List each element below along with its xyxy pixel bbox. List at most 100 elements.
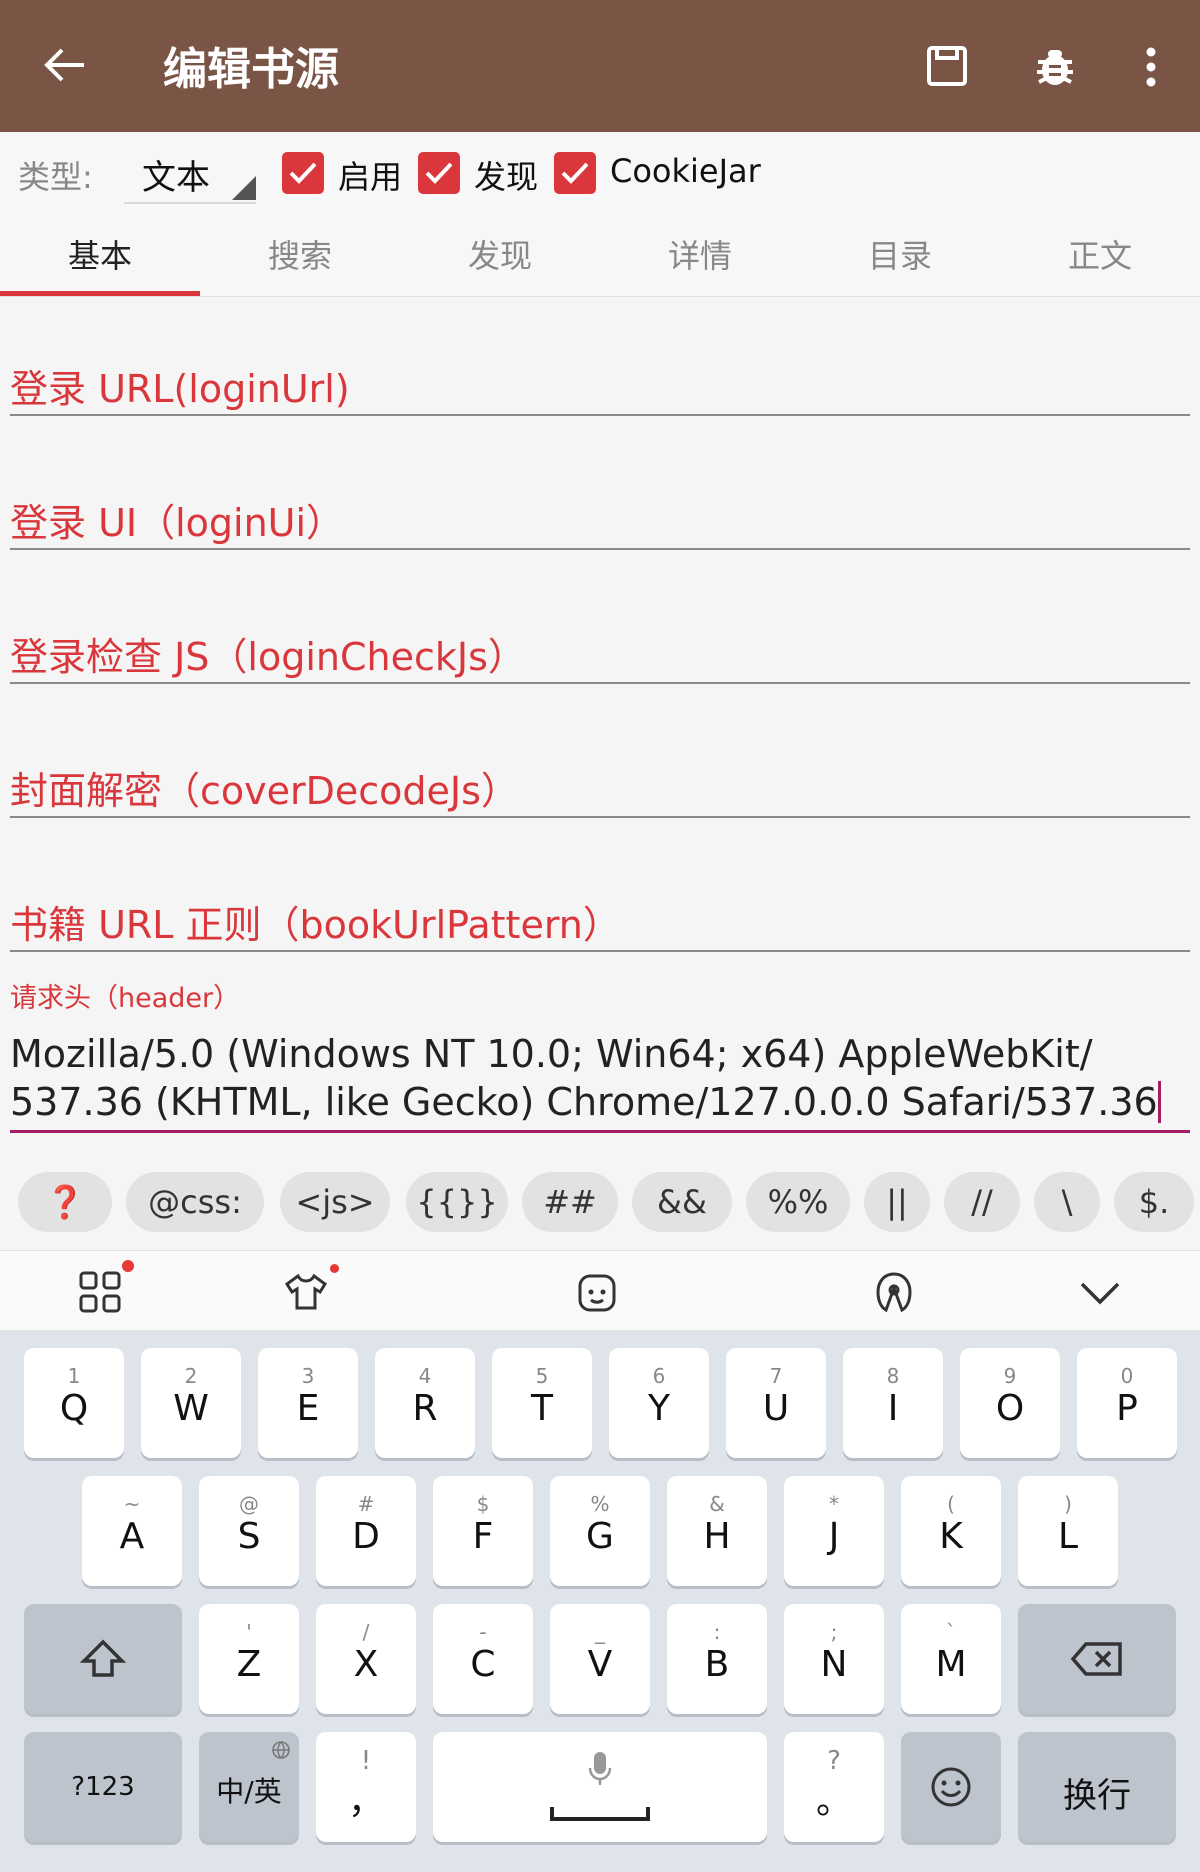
help-chip[interactable]: ❓	[18, 1172, 112, 1232]
enable-checkbox[interactable]	[282, 152, 324, 194]
field-underline	[10, 682, 1190, 684]
key-a[interactable]: ~ A	[82, 1476, 182, 1586]
key-k[interactable]: (K	[901, 1476, 1001, 1586]
key-w[interactable]: 2W	[141, 1348, 241, 1458]
cookiejar-label: CookieJar	[610, 152, 761, 190]
tab-discover[interactable]: 发现	[400, 216, 600, 296]
symbols-key[interactable]: ?123	[24, 1732, 182, 1842]
chip-hash[interactable]: ##	[522, 1172, 618, 1232]
check-icon	[561, 162, 589, 184]
chip-or[interactable]: ||	[864, 1172, 930, 1232]
key-d[interactable]: # D	[316, 1476, 416, 1586]
key-c[interactable]: -C	[433, 1604, 533, 1714]
skin-shirt-icon[interactable]	[282, 1268, 330, 1316]
chip-backslash[interactable]: \	[1034, 1172, 1100, 1232]
soft-keyboard: 1Q 2W 3E 4R 5T 6Y 7U 8I 9O 0P ~ A @ S # D $…	[0, 1330, 1200, 1872]
more-menu-icon[interactable]	[1124, 38, 1178, 94]
collapse-keyboard-icon[interactable]	[1076, 1268, 1124, 1316]
language-switch-key[interactable]: 中/英	[199, 1732, 299, 1842]
ai-assistant-icon[interactable]	[870, 1268, 918, 1316]
enter-key[interactable]: 换行	[1018, 1732, 1176, 1842]
field-underline	[10, 816, 1190, 818]
header-value-line: 537.36 (KHTML, like Gecko) Chrome/127.0.…	[10, 1080, 1158, 1124]
key-u[interactable]: 7U	[726, 1348, 826, 1458]
tab-indicator	[0, 291, 200, 296]
smiley-icon	[931, 1767, 971, 1807]
key-h[interactable]: & H	[667, 1476, 767, 1586]
tab-basic[interactable]: 基本	[0, 216, 200, 296]
notification-dot	[122, 1260, 134, 1272]
key-m[interactable]: ` M	[901, 1604, 1001, 1714]
discover-checkbox[interactable]	[418, 152, 460, 194]
key-s[interactable]: @ S	[199, 1476, 299, 1586]
chip-css[interactable]: @css:	[126, 1172, 264, 1232]
tab-detail[interactable]: 详情	[600, 216, 800, 296]
field-underline	[10, 548, 1190, 550]
key-p[interactable]: 0P	[1077, 1348, 1177, 1458]
debug-bug-icon[interactable]	[1028, 38, 1082, 94]
chip-braces[interactable]: {{}}	[406, 1172, 508, 1232]
type-label: 类型:	[18, 158, 93, 196]
key-y[interactable]: 6Y	[609, 1348, 709, 1458]
backspace-icon	[1070, 1642, 1122, 1676]
period-key[interactable]: ?。	[784, 1732, 884, 1842]
key-e[interactable]: 3E	[258, 1348, 358, 1458]
login-url-field[interactable]: 登录 URL(loginUrl)	[10, 358, 350, 413]
chip-percent[interactable]: %%	[746, 1172, 850, 1232]
chip-dollar[interactable]: $.	[1114, 1172, 1194, 1232]
shift-key[interactable]	[24, 1604, 182, 1714]
header-input[interactable]: Mozilla/5.0 (Windows NT 10.0; Win64; x64…	[10, 1030, 1190, 1126]
key-z[interactable]: ' Z	[199, 1604, 299, 1714]
cover-decode-js-field[interactable]: 封面解密（coverDecodeJs）	[10, 760, 519, 815]
key-g[interactable]: % G	[550, 1476, 650, 1586]
header-field-label: 请求头（header）	[10, 983, 241, 1014]
emoji-key[interactable]	[901, 1732, 1001, 1842]
key-n[interactable]: ; N	[784, 1604, 884, 1714]
key-q[interactable]: 1Q	[24, 1348, 124, 1458]
chip-js[interactable]: <js>	[280, 1172, 390, 1232]
text-cursor	[1157, 1081, 1161, 1123]
notification-dot	[330, 1264, 339, 1273]
field-underline	[10, 414, 1190, 416]
chip-and[interactable]: &&	[632, 1172, 732, 1232]
emoji-sticker-icon[interactable]	[574, 1268, 622, 1316]
app-bar: 编辑书源	[0, 0, 1200, 132]
key-l[interactable]: ) L	[1018, 1476, 1118, 1586]
tab-toc[interactable]: 目录	[800, 216, 1000, 296]
discover-label: 发现	[474, 158, 539, 196]
type-dropdown[interactable]: 文本	[124, 146, 256, 204]
key-r[interactable]: 4R	[375, 1348, 475, 1458]
apps-grid-icon[interactable]	[76, 1268, 124, 1316]
type-dropdown-value: 文本	[142, 158, 210, 198]
header-value-line: Mozilla/5.0 (Windows NT 10.0; Win64; x64…	[10, 1032, 1093, 1076]
key-x[interactable]: / X	[316, 1604, 416, 1714]
globe-icon	[272, 1741, 290, 1759]
header-input-underline	[10, 1130, 1190, 1133]
login-check-js-field[interactable]: 登录检查 JS（loginCheckJs）	[10, 626, 526, 681]
check-icon	[289, 162, 317, 184]
tab-content[interactable]: 正文	[1000, 216, 1200, 296]
space-bar-icon	[550, 1807, 650, 1821]
chip-slash[interactable]: //	[944, 1172, 1020, 1232]
key-f[interactable]: $ F	[433, 1476, 533, 1586]
save-icon[interactable]	[920, 38, 974, 94]
page-title: 编辑书源	[163, 44, 339, 95]
key-b[interactable]: :B	[667, 1604, 767, 1714]
back-arrow-icon[interactable]	[40, 40, 90, 90]
check-icon	[425, 162, 453, 184]
tab-search[interactable]: 搜索	[200, 216, 400, 296]
key-t[interactable]: 5T	[492, 1348, 592, 1458]
key-i[interactable]: 8I	[843, 1348, 943, 1458]
key-o[interactable]: 9O	[960, 1348, 1060, 1458]
microphone-icon	[588, 1752, 612, 1785]
key-v[interactable]: _ V	[550, 1604, 650, 1714]
space-key[interactable]	[433, 1732, 767, 1842]
comma-key[interactable]: !，	[316, 1732, 416, 1842]
backspace-key[interactable]	[1018, 1604, 1176, 1714]
dropdown-arrow-icon	[232, 176, 256, 200]
enable-label: 启用	[338, 158, 403, 196]
login-ui-field[interactable]: 登录 UI（loginUi）	[10, 492, 344, 547]
key-j[interactable]: * J	[784, 1476, 884, 1586]
book-url-pattern-field[interactable]: 书籍 URL 正则（bookUrlPattern）	[10, 894, 621, 949]
cookiejar-checkbox[interactable]	[554, 152, 596, 194]
